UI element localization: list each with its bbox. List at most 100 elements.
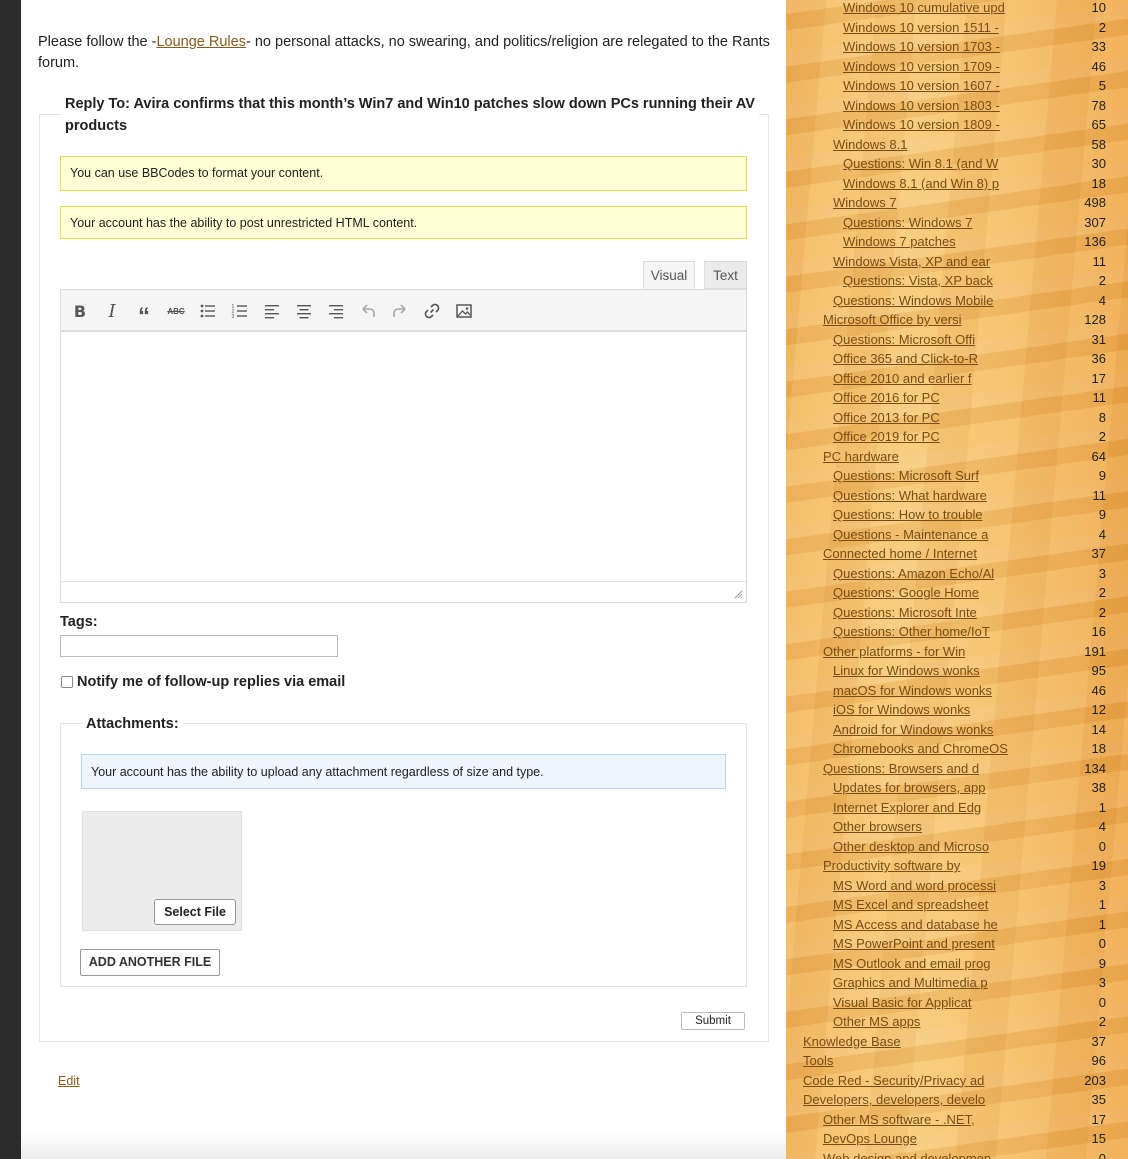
- sidebar-forum-link[interactable]: Windows 10 cumulative upd: [843, 0, 1005, 15]
- sidebar-forum-link[interactable]: Windows 7: [833, 195, 897, 210]
- undo-icon[interactable]: [358, 301, 378, 321]
- sidebar-forum-link[interactable]: MS PowerPoint and present: [833, 936, 995, 951]
- sidebar-forum-link[interactable]: Microsoft Office by versi: [823, 312, 961, 327]
- sidebar-forum-link[interactable]: Office 2019 for PC: [833, 429, 940, 444]
- sidebar-forum-link[interactable]: Office 365 and Click-to-R: [833, 351, 978, 366]
- sidebar-forum-link[interactable]: MS Outlook and email prog: [833, 956, 991, 971]
- sidebar-forum-link[interactable]: Windows 8.1 (and Win 8) p: [843, 176, 999, 191]
- tab-visual[interactable]: Visual: [643, 261, 695, 289]
- align-center-icon[interactable]: [294, 301, 314, 321]
- lounge-rules-notice: Please follow the -Lounge Rules- no pers…: [38, 32, 778, 74]
- sidebar-forum-link[interactable]: Other platforms - for Win: [823, 644, 965, 659]
- blockquote-icon[interactable]: “: [134, 301, 154, 330]
- sidebar-forum-link[interactable]: Windows 10 version 1511 -: [843, 20, 999, 35]
- sidebar-forum-link[interactable]: MS Excel and spreadsheet: [833, 897, 988, 912]
- sidebar-forum-link[interactable]: Questions: How to trouble: [833, 507, 983, 522]
- sidebar-forum-link[interactable]: Windows 10 version 1809 -: [843, 117, 1000, 132]
- html-notice: Your account has the ability to post unr…: [60, 206, 747, 239]
- submit-button[interactable]: Submit: [681, 1012, 745, 1030]
- sidebar-forum-count: 0: [1098, 936, 1106, 951]
- attachments-label: Attachments:: [82, 714, 183, 734]
- sidebar-forum-link[interactable]: Other desktop and Microso: [833, 839, 989, 854]
- sidebar-forum-link[interactable]: Linux for Windows wonks: [833, 663, 980, 678]
- sidebar-forum-link[interactable]: Other MS apps: [833, 1014, 920, 1029]
- sidebar-forum-item: MS Outlook and email prog: [833, 954, 991, 974]
- sidebar-forum-link[interactable]: Code Red - Security/Privacy ad: [803, 1073, 984, 1088]
- sidebar-forum-link[interactable]: MS Word and word processi: [833, 878, 996, 893]
- sidebar-forum-link[interactable]: Questions: Microsoft Inte: [833, 605, 977, 620]
- sidebar-forum-link[interactable]: Questions: Windows 7: [843, 215, 972, 230]
- sidebar-forum-link[interactable]: Android for Windows wonks: [833, 722, 993, 737]
- sidebar-forum-link[interactable]: MS Access and database he: [833, 917, 998, 932]
- sidebar-forum-link[interactable]: Updates for browsers, app: [833, 780, 985, 795]
- sidebar-forum-link[interactable]: Windows Vista, XP and ear: [833, 254, 990, 269]
- sidebar-forum-link[interactable]: Visual Basic for Applicat: [833, 995, 972, 1010]
- sidebar-forum-link[interactable]: Windows 10 version 1709 -: [843, 59, 1000, 74]
- sidebar-forum-link[interactable]: Other MS software - .NET,: [823, 1112, 975, 1127]
- sidebar-forum-link[interactable]: iOS for Windows wonks: [833, 702, 970, 717]
- sidebar-forum-link[interactable]: Questions: Other home/IoT: [833, 624, 990, 639]
- numbered-list-icon[interactable]: 123: [230, 301, 250, 321]
- bold-icon[interactable]: B: [70, 301, 90, 321]
- sidebar-forum-link[interactable]: Office 2010 and earlier f: [833, 371, 972, 386]
- sidebar-forum-link[interactable]: Connected home / Internet: [823, 546, 977, 561]
- sidebar-forum-count: 0: [1098, 994, 1106, 1010]
- sidebar-forum-link[interactable]: DevOps Lounge: [823, 1131, 917, 1146]
- align-right-icon[interactable]: [326, 301, 346, 321]
- sidebar-forum-link[interactable]: Office 2016 for PC: [833, 390, 940, 405]
- bullet-list-icon[interactable]: [198, 301, 218, 321]
- sidebar-forum-link[interactable]: Windows 10 version 1703 -: [843, 39, 1000, 54]
- tab-text[interactable]: Text: [704, 261, 747, 289]
- editor-textarea[interactable]: [60, 331, 747, 603]
- sidebar-forum-count: 65: [1091, 117, 1106, 132]
- notify-checkbox[interactable]: [61, 676, 73, 688]
- sidebar-forum-link[interactable]: Questions: Win 8.1 (and W: [843, 156, 998, 171]
- sidebar-forum-link[interactable]: Windows 10 version 1607 -: [843, 78, 1000, 93]
- redo-icon[interactable]: [390, 301, 410, 321]
- sidebar-forum-link[interactable]: Questions - Maintenance a: [833, 527, 988, 542]
- sidebar-forum-link[interactable]: Web design and developmen: [823, 1151, 991, 1159]
- sidebar-forum-link[interactable]: Questions: Google Home: [833, 585, 979, 600]
- link-icon[interactable]: [422, 301, 442, 321]
- sidebar-forum-link[interactable]: Windows 8.1: [833, 137, 907, 152]
- sidebar-forum-link[interactable]: Questions: Microsoft Surf: [833, 468, 979, 483]
- notify-option: Notify me of follow-up replies via email: [61, 674, 345, 690]
- add-another-file-button[interactable]: ADD ANOTHER FILE: [80, 949, 220, 976]
- sidebar-forum-link[interactable]: Office 2013 for PC: [833, 410, 940, 425]
- sidebar-forum-link[interactable]: Other browsers: [833, 819, 922, 834]
- reply-title: Reply To: Avira confirms that this month…: [61, 93, 759, 137]
- sidebar-forum-link[interactable]: Developers, developers, develo: [803, 1092, 985, 1107]
- sidebar-forum-link[interactable]: macOS for Windows wonks: [833, 683, 992, 698]
- sidebar-forum-link[interactable]: Chromebooks and ChromeOS: [833, 741, 1008, 756]
- sidebar-forum-link[interactable]: Questions: Microsoft Offi: [833, 332, 975, 347]
- sidebar-forum-count: 14: [1091, 721, 1106, 737]
- sidebar-forum-count: 8: [1098, 409, 1106, 425]
- sidebar-forum-link[interactable]: Internet Explorer and Edg: [833, 800, 981, 815]
- sidebar-forum-link[interactable]: Graphics and Multimedia p: [833, 975, 988, 990]
- sidebar-forum-link[interactable]: Tools: [803, 1053, 833, 1068]
- sidebar-forum-link[interactable]: PC hardware: [823, 449, 899, 464]
- sidebar-forum-link[interactable]: Questions: Vista, XP back: [843, 273, 993, 288]
- sidebar-forum-link[interactable]: Questions: What hardware: [833, 488, 987, 503]
- sidebar-forum-link[interactable]: Knowledge Base: [803, 1034, 901, 1049]
- edit-link[interactable]: Edit: [58, 1074, 80, 1088]
- image-icon[interactable]: [454, 301, 474, 321]
- sidebar-forum-link[interactable]: Questions: Amazon Echo/Al: [833, 566, 994, 581]
- sidebar-forum-link[interactable]: Questions: Browsers and d: [823, 761, 979, 776]
- sidebar-forum-count: 2: [1098, 429, 1106, 444]
- sidebar-forum-link[interactable]: Windows 10 version 1803 -: [843, 98, 1000, 113]
- lounge-rules-link[interactable]: Lounge Rules: [156, 34, 246, 50]
- strikethrough-icon[interactable]: ABC: [166, 301, 186, 321]
- tags-input[interactable]: [60, 635, 338, 657]
- sidebar-forum-link[interactable]: Windows 7 patches: [843, 234, 956, 249]
- sidebar-forum-item: Office 2019 for PC: [833, 427, 940, 447]
- align-left-icon[interactable]: [262, 301, 282, 321]
- select-file-button[interactable]: Select File: [154, 899, 236, 925]
- italic-icon[interactable]: I: [102, 301, 122, 322]
- sidebar-forum-count: 17: [1091, 370, 1106, 386]
- sidebar-forum-link[interactable]: Questions: Windows Mobile: [833, 293, 993, 308]
- sidebar-forum-link[interactable]: Productivity software by: [823, 858, 960, 873]
- resize-handle-icon[interactable]: [733, 589, 743, 599]
- sidebar-forum-item: Android for Windows wonks: [833, 720, 993, 740]
- sidebar-forum-count: 4: [1098, 526, 1106, 542]
